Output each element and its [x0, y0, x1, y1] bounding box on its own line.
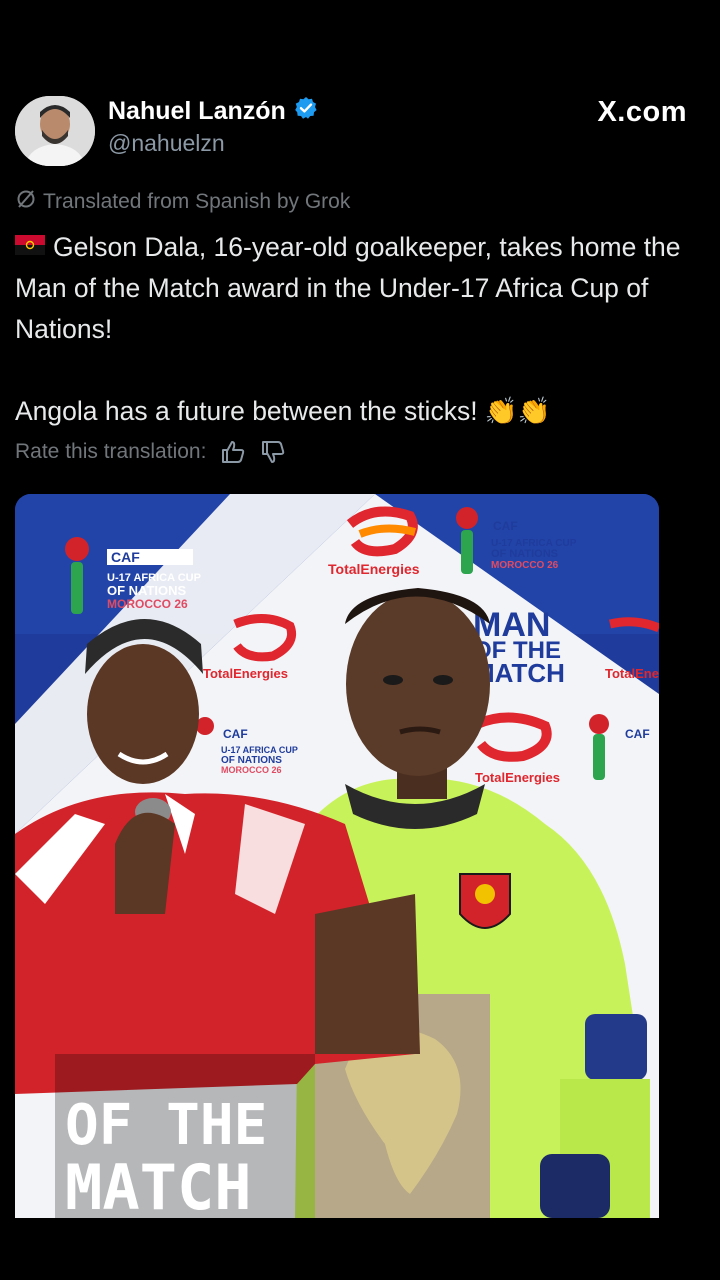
sponsor-text-top: TotalEnergies: [328, 561, 420, 577]
svg-text:MOROCCO 26: MOROCCO 26: [491, 560, 559, 571]
overlay-line-2: MATCH: [65, 1151, 252, 1218]
svg-text:CAF: CAF: [493, 519, 518, 533]
x-logo: X.com: [597, 96, 687, 128]
svg-text:OF NATIONS: OF NATIONS: [491, 548, 558, 560]
tweet-line-2: Angola has a future between the sticks! …: [15, 396, 551, 426]
author-name[interactable]: Nahuel Lanzón: [108, 97, 286, 126]
translation-label: Translated from Spanish by Grok: [43, 190, 351, 213]
avatar[interactable]: [15, 96, 95, 166]
cup-line-3: MOROCCO 26: [107, 597, 188, 611]
author-name-row[interactable]: Nahuel Lanzón: [108, 96, 318, 127]
tweet-header: Nahuel Lanzón @nahuelzn X.com: [15, 96, 705, 168]
caf-text: CAF: [111, 549, 140, 565]
tweet-line-1: Gelson Dala, 16-year-old goalkeeper, tak…: [15, 232, 681, 344]
svg-text:TotalEnergies: TotalEnergies: [605, 666, 659, 681]
grok-icon: [15, 188, 37, 216]
overlay-line-1: OF THE: [65, 1093, 267, 1158]
verified-badge-icon: [294, 96, 318, 127]
angola-flag-icon: [15, 226, 45, 255]
svg-text:U-17 AFRICA CUP: U-17 AFRICA CUP: [221, 745, 298, 755]
svg-text:TotalEnergies: TotalEnergies: [203, 666, 288, 681]
svg-text:CAF: CAF: [625, 727, 650, 741]
svg-text:TotalEnergies: TotalEnergies: [475, 770, 560, 785]
cup-line-2: OF NATIONS: [107, 583, 187, 598]
bottom-overlay-text: OF THE MATCH: [55, 1054, 315, 1218]
svg-text:CAF: CAF: [223, 727, 248, 741]
author-handle[interactable]: @nahuelzn: [108, 130, 225, 157]
tweet-media-image[interactable]: CAF U-17 AFRICA CUP OF NATIONS MOROCCO 2…: [15, 494, 659, 1218]
svg-text:MOROCCO 26: MOROCCO 26: [221, 765, 282, 775]
thumbs-up-icon[interactable]: [220, 439, 246, 465]
rate-label: Rate this translation:: [15, 440, 207, 463]
thumbs-down-icon[interactable]: [260, 439, 286, 465]
translation-note: Translated from Spanish by Grok: [15, 188, 350, 216]
tweet-text: Gelson Dala, 16-year-old goalkeeper, tak…: [15, 226, 705, 432]
rate-translation: Rate this translation:: [15, 439, 286, 465]
